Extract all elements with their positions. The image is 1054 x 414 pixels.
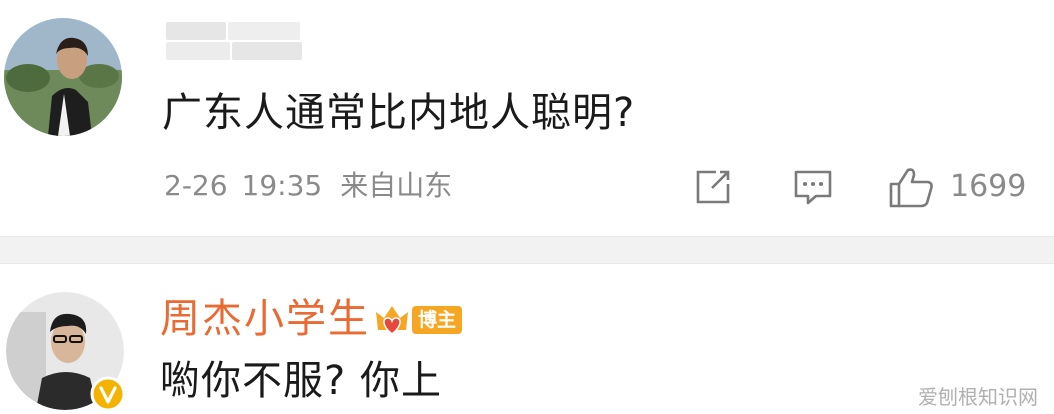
avatar[interactable] (4, 18, 122, 136)
verified-v-icon (90, 376, 126, 412)
badge-label: 博主 (412, 306, 462, 334)
share-icon (696, 170, 730, 204)
comment-item: 周杰小学生 博主 喲你不服? 你上 (0, 264, 1054, 414)
username[interactable]: 周杰小学生 (160, 294, 370, 344)
comment-location: 来自山东 (340, 169, 453, 202)
watermark: 爱刨根知识网 (918, 385, 1038, 409)
avatar[interactable] (6, 292, 126, 412)
crown-heart-icon (376, 306, 408, 335)
comment-item: 广东人通常比内地人聪明? 2-26 19:35 来自山东 1699 (0, 0, 1054, 236)
comment-divider (0, 236, 1054, 264)
comment-icon (794, 170, 832, 205)
blogger-badge: 博主 (372, 300, 464, 340)
thumbs-up-icon (889, 168, 933, 208)
like-count: 1699 (950, 169, 1027, 204)
like-button[interactable]: 1699 (888, 166, 1038, 208)
comment-meta: 2-26 19:35 来自山东 (164, 168, 452, 204)
comment-text: 喲你不服? 你上 (160, 358, 442, 404)
blurred-username (166, 22, 306, 62)
comment-time: 19:35 (241, 169, 323, 202)
share-button[interactable] (692, 166, 734, 208)
comment-text: 广东人通常比内地人聪明? (162, 90, 636, 136)
comment-date: 2-26 (164, 169, 228, 202)
reply-button[interactable] (792, 166, 834, 208)
